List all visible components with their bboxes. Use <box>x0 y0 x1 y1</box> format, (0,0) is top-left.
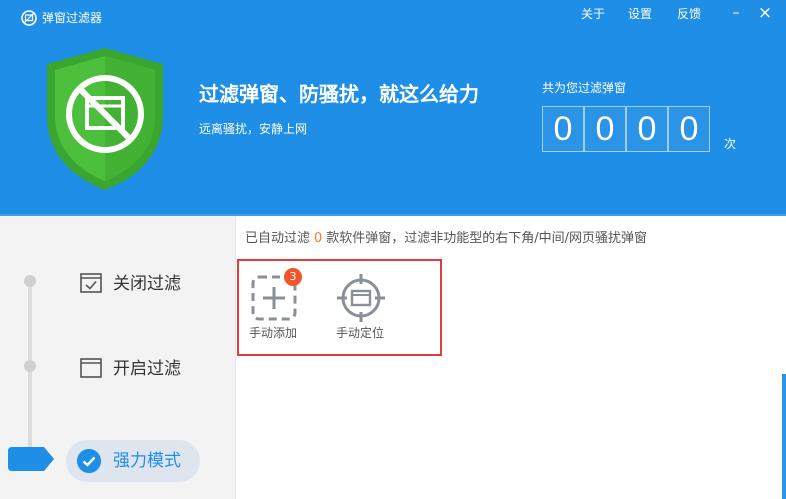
app-logo-icon <box>21 10 37 26</box>
mode-track-dot <box>24 360 36 372</box>
menu-settings[interactable]: 设置 <box>628 5 652 23</box>
checked-window-icon <box>80 273 102 293</box>
menu-about[interactable]: 关于 <box>581 5 605 23</box>
window-title: 弹窗过滤器 <box>42 11 103 25</box>
minimize-button[interactable]: – <box>726 4 746 22</box>
window-icon <box>80 358 102 378</box>
crosshair-window-icon[interactable] <box>337 274 385 322</box>
manual-add-badge: 3 <box>284 268 302 286</box>
shield-no-popup-icon <box>47 48 163 190</box>
mode-pointer-icon <box>8 447 54 471</box>
counter-unit: 次 <box>724 137 737 151</box>
sidebar-item-strong-mode-label: 强力模式 <box>113 451 181 471</box>
close-button[interactable]: × <box>755 4 775 22</box>
sidebar-item-open-filter[interactable]: 开启过滤 <box>113 358 181 380</box>
counter-digit: 0 <box>626 106 668 152</box>
filter-summary-suffix: 款软件弹窗，过滤非功能型的右下角/中间/网页骚扰弹窗 <box>326 231 648 246</box>
filtered-count: 0 <box>314 231 323 246</box>
scrollbar-track <box>782 216 786 374</box>
filter-summary-prefix: 已自动过滤 <box>245 231 311 246</box>
counter-digit: 0 <box>584 106 626 152</box>
counter-label: 共为您过滤弹窗 <box>542 81 627 95</box>
filter-summary: 已自动过滤 0 款软件弹窗，过滤非功能型的右下角/中间/网页骚扰弹窗 <box>245 230 647 248</box>
counter-digit: 0 <box>542 106 584 152</box>
check-circle-icon <box>77 449 101 473</box>
hero-headline: 过滤弹窗、防骚扰，就这么给力 <box>199 82 479 106</box>
manual-add-button[interactable]: 手动添加 <box>249 325 297 341</box>
hero-subline: 远离骚扰，安静上网 <box>199 122 308 136</box>
menu-feedback[interactable]: 反馈 <box>677 5 701 23</box>
counter-digit: 0 <box>668 106 710 152</box>
sidebar-item-close-filter[interactable]: 关闭过滤 <box>113 273 181 295</box>
mode-track-dot <box>24 275 36 287</box>
manual-locate-button[interactable]: 手动定位 <box>336 325 384 341</box>
